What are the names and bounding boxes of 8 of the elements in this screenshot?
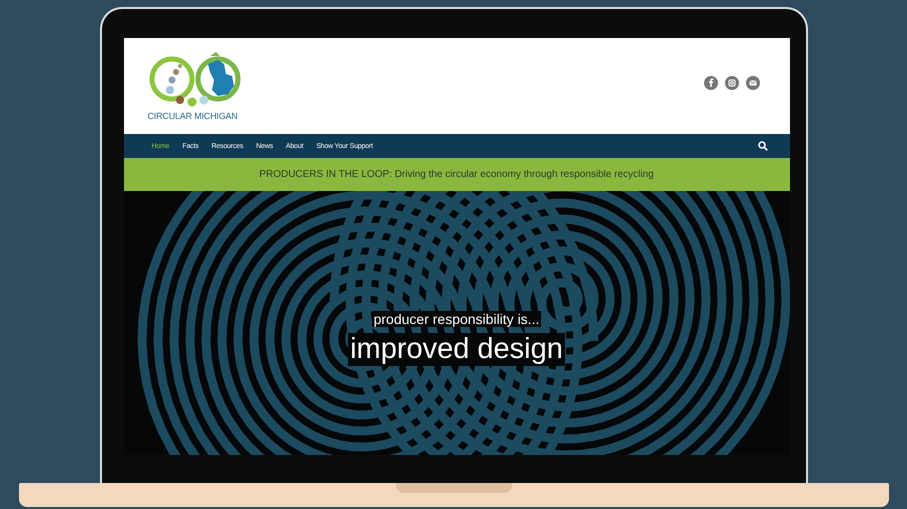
hero-subtitle: producer responsibility is... bbox=[372, 310, 542, 326]
logo-text: CIRCULAR MICHIGAN bbox=[148, 111, 238, 121]
search-icon[interactable] bbox=[758, 141, 768, 151]
f-logo-icon[interactable] bbox=[704, 76, 718, 90]
camera-icon[interactable] bbox=[724, 76, 738, 90]
envelope-icon[interactable] bbox=[746, 76, 760, 90]
hero-title: improved design bbox=[348, 332, 565, 366]
banner-text: PRODUCERS IN THE LOOP: Driving the circular economy through responsible recycling bbox=[259, 169, 654, 180]
